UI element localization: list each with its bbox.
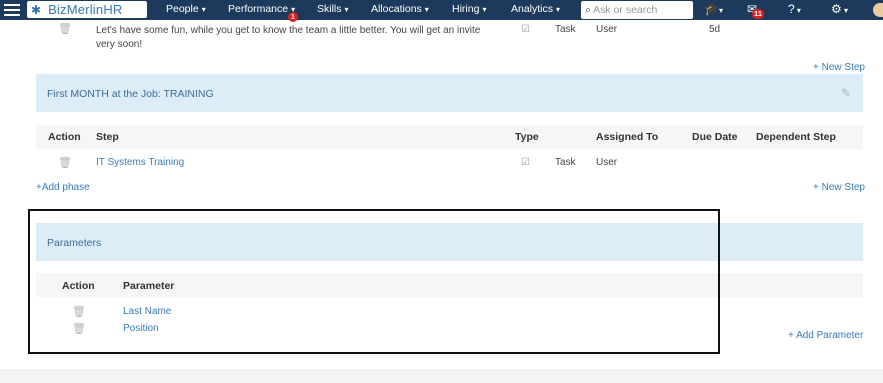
highlight-frame	[28, 209, 720, 354]
add-phase-button[interactable]: +Add phase	[36, 182, 90, 193]
trash-icon[interactable]: 🗑	[58, 22, 72, 35]
task-icon: ☑	[521, 24, 530, 35]
edit-icon[interactable]: ✎	[841, 86, 851, 100]
mail-badge: 11	[752, 9, 764, 19]
gear-icon[interactable]: ⚙ ▾	[831, 0, 848, 20]
search-placeholder: Ask or search	[593, 4, 658, 16]
assigned-cell: User	[596, 157, 618, 168]
column-header: Due Date	[692, 131, 738, 143]
step-description: Let's have some fun, while you get to kn…	[96, 24, 496, 52]
hamburger-icon[interactable]	[4, 0, 20, 20]
trash-icon[interactable]: 🗑	[58, 156, 72, 169]
chevron-down-icon: ▾	[556, 5, 561, 14]
due-cell: 5d	[709, 24, 721, 35]
nav-skills[interactable]: Skills ▾	[317, 0, 349, 20]
footer-strip	[0, 369, 883, 383]
user-avatar-icon[interactable]	[873, 3, 883, 17]
steps-table-header	[36, 125, 863, 149]
description-line: very soon!	[96, 39, 143, 50]
new-step-button[interactable]: + New Step	[813, 62, 865, 73]
app-logo[interactable]: ✱ BizMerlinHR	[27, 1, 147, 18]
nav-people[interactable]: People ▾	[166, 0, 206, 20]
step-link[interactable]: IT Systems Training	[96, 157, 184, 168]
type-cell: Task	[555, 157, 576, 168]
nav-label: Skills	[317, 3, 342, 15]
nav-label: People	[166, 3, 199, 15]
new-step-button[interactable]: + New Step	[813, 182, 865, 193]
nav-analytics[interactable]: Analytics ▾	[511, 0, 560, 20]
phase-title: First MONTH at the Job: TRAINING	[47, 88, 214, 100]
column-header: Assigned To	[596, 131, 659, 143]
task-icon: ☑	[521, 157, 530, 168]
nav-performance[interactable]: Performance ▾	[228, 0, 295, 20]
nav-label: Allocations	[371, 3, 422, 15]
logo-text: BizMerlinHR	[48, 2, 123, 17]
type-cell: Task	[555, 24, 576, 35]
add-parameter-button[interactable]: + Add Parameter	[788, 330, 863, 341]
nav-label: Hiring	[452, 3, 480, 15]
column-header: Step	[96, 131, 119, 143]
chevron-down-icon: ▾	[201, 5, 206, 14]
search-icon: ⌕	[585, 4, 592, 16]
chevron-down-icon: ▾	[424, 5, 429, 14]
top-navbar: ✱ BizMerlinHR People ▾ Performance ▾ 1 Ski…	[0, 0, 883, 22]
search-input[interactable]: ⌕ Ask or search	[581, 1, 693, 19]
chevron-down-icon: ▾	[344, 5, 349, 14]
help-icon[interactable]: ? ▾	[788, 0, 801, 20]
nav-hiring[interactable]: Hiring ▾	[452, 0, 486, 20]
nav-allocations[interactable]: Allocations ▾	[371, 0, 429, 20]
nav-label: Analytics	[511, 3, 554, 15]
graduation-cap-icon[interactable]: 🎓▾	[704, 0, 723, 20]
bee-logo-icon: ✱	[31, 3, 42, 17]
assigned-cell: User	[596, 24, 618, 35]
chevron-down-icon: ▾	[482, 5, 487, 14]
column-header: Type	[515, 131, 539, 143]
description-line: Let's have some fun, while you get to kn…	[96, 25, 481, 36]
performance-badge: 1	[288, 12, 298, 22]
nav-label: Performance	[228, 3, 289, 15]
column-header: Dependent Step	[756, 131, 836, 143]
column-header: Action	[48, 131, 81, 143]
